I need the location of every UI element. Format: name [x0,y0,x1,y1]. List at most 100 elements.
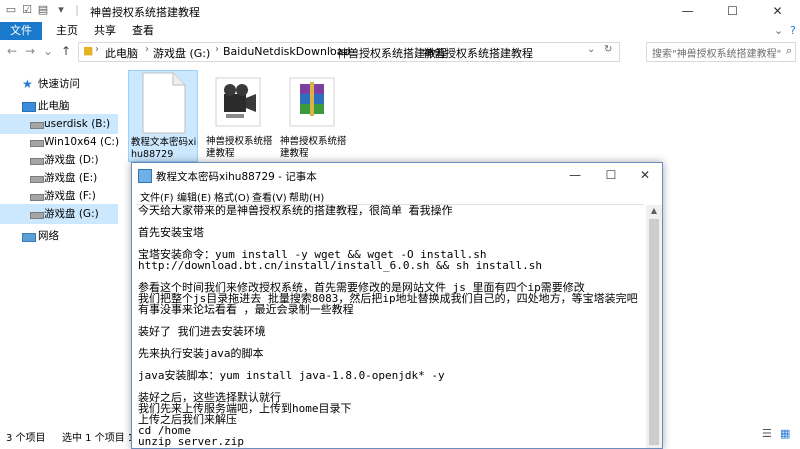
sidebar-item-network[interactable]: 网络 [0,226,118,246]
notepad-close-button[interactable]: ✕ [628,163,662,187]
pc-icon [22,102,36,112]
minimize-button[interactable]: — [665,0,710,22]
file-name: 教程文本密码xihu88729 [131,137,197,160]
text-line: 装好了 我们进去安装环境 [138,325,266,338]
drive-icon [30,212,44,219]
help-icon[interactable]: ? [780,22,800,40]
text-line: java安装脚本：yum install java-1.8.0-openjdk*… [138,369,445,382]
file-name: 神兽授权系统搭建教程 [280,136,347,159]
menu-format[interactable]: 格式(O) [214,189,250,204]
notepad-minimize-button[interactable]: — [558,163,592,187]
sidebar-item-label: userdisk (B:) [44,118,111,130]
search-icon[interactable]: ⌕ [786,44,792,58]
rar-archive-icon [284,70,340,134]
notepad-title: 教程文本密码xihu88729 - 记事本 [156,171,317,183]
item-count: 3 个项目 [6,433,46,444]
menu-edit[interactable]: 编辑(E) [177,189,211,204]
search-placeholder: 搜索"神兽授权系统搭建教程" [652,49,782,60]
sidebar-item-label: 游戏盘 (D:) [44,154,99,166]
drive-icon [30,158,44,165]
back-button[interactable]: ← [4,43,20,59]
text-file-icon [135,71,191,135]
sidebar-item-this-pc[interactable]: 此电脑 [0,96,118,116]
tab-home[interactable]: 主页 [46,22,88,40]
breadcrumb-separator-icon: › [95,44,99,55]
breadcrumb-tutorial-subfolder[interactable]: 神兽授权系统搭建教程 [423,45,533,61]
drive-icon [30,140,44,147]
notepad-title-bar[interactable]: 教程文本密码xihu88729 - 记事本 — ☐ ✕ [132,163,662,187]
refresh-icon[interactable]: ↻ [604,44,612,55]
large-icons-view-icon[interactable]: ▦ [780,427,790,440]
drive-icon [30,122,44,129]
file-item-rar[interactable]: 神兽授权系统搭建教程 [278,70,347,160]
navigation-pane: ★ 快速访问 此电脑 userdisk (B:) Win10x64 (C:) 游… [0,62,120,424]
notepad-icon [138,169,152,183]
menu-file[interactable]: 文件(F) [140,189,174,204]
sidebar-item-label: 网络 [38,230,59,242]
folder-icon[interactable]: ▭ [4,3,18,17]
text-line: 首先安装宝塔 [138,226,204,239]
video-file-icon [210,70,266,134]
drive-icon [30,194,44,201]
sidebar-item-label: 游戏盘 (F:) [44,190,96,202]
text-line: http://download.bt.cn/install/install_6.… [138,259,542,272]
star-icon: ★ [22,77,33,91]
search-box[interactable]: 搜索"神兽授权系统搭建教程" ⌕ [646,42,796,62]
breadcrumb-separator-icon: › [415,44,419,55]
properties-icon[interactable]: ☑ [20,3,34,17]
breadcrumb-this-pc[interactable]: 此电脑 [105,45,138,61]
sidebar-item-label: 快速访问 [38,78,80,90]
address-bar[interactable]: ■ › 此电脑 › 游戏盘 (G:) › BaiduNetdiskDownloa… [78,42,620,62]
recent-locations-icon[interactable]: ⌄ [40,43,56,59]
sidebar-item-drive-c[interactable]: Win10x64 (C:) [0,132,120,152]
tab-view[interactable]: 查看 [122,22,164,40]
text-line: 有事没事来论坛看看 ，最近会录制一些教程 [138,303,354,316]
scroll-up-arrow-icon[interactable]: ▲ [646,205,662,217]
drive-icon [30,176,44,183]
network-icon [22,233,36,242]
title-separator: | [75,3,79,16]
breadcrumb-separator-icon: › [145,44,149,55]
navigation-bar: ← → ⌄ ↑ ■ › 此电脑 › 游戏盘 (G:) › BaiduNetdis… [0,40,800,62]
sidebar-item-drive-e[interactable]: 游戏盘 (E:) [0,168,118,188]
menu-view[interactable]: 查看(V) [252,189,287,204]
maximize-button[interactable]: ☐ [710,0,755,22]
sidebar-item-drive-g[interactable]: 游戏盘 (G:) [0,204,118,224]
breadcrumb-separator-icon: › [329,44,333,55]
window-title: 神兽授权系统搭建教程 [90,6,200,19]
breadcrumb-drive-g[interactable]: 游戏盘 (G:) [153,45,210,61]
tab-share[interactable]: 共享 [84,22,126,40]
notepad-text-area[interactable]: 今天给大家带来的是神兽授权系统的搭建教程，很简单 看我操作 首先安装宝塔 宝塔安… [136,204,644,449]
file-item-text-password[interactable]: 教程文本密码xihu88729 [128,70,198,162]
sidebar-item-label: 游戏盘 (G:) [44,208,99,220]
sidebar-item-drive-f[interactable]: 游戏盘 (F:) [0,186,118,206]
sidebar-item-quick-access[interactable]: ★ 快速访问 [0,74,118,94]
scroll-thumb[interactable] [649,219,659,445]
text-line: 先来执行安装java的脚本 [138,347,264,360]
details-view-icon[interactable]: ☰ [762,427,772,440]
quick-access-dropdown-icon[interactable]: ▾ [54,3,68,17]
close-button[interactable]: ✕ [755,0,800,22]
up-button[interactable]: ↑ [58,43,74,59]
sidebar-item-label: 游戏盘 (E:) [44,172,98,184]
forward-button[interactable]: → [22,43,38,59]
ribbon-tabs: 文件 主页 共享 查看 ⌄ ? [0,22,800,41]
menu-help[interactable]: 帮助(H) [289,189,324,204]
file-item-video[interactable]: 神兽授权系统搭建教程 [204,70,273,160]
address-dropdown-icon[interactable]: ⌄ [587,44,595,55]
text-line: 今天给大家带来的是神兽授权系统的搭建教程，很简单 看我操作 [138,204,453,217]
tab-file[interactable]: 文件 [0,22,42,40]
breadcrumb-separator-icon: › [215,44,219,55]
folder-icon: ■ [83,44,94,57]
notepad-vertical-scrollbar[interactable]: ▲ [646,205,662,448]
text-line: unzip server.zip [138,435,244,448]
explorer-title-bar: ▭ ☑ ▤ ▾ | 神兽授权系统搭建教程 — ☐ ✕ [0,0,800,23]
notepad-maximize-button[interactable]: ☐ [594,163,628,187]
file-name: 神兽授权系统搭建教程 [206,136,273,159]
sidebar-item-label: Win10x64 (C:) [44,136,120,148]
new-folder-icon[interactable]: ▤ [36,3,50,17]
sidebar-item-label: 此电脑 [38,100,70,112]
sidebar-item-drive-b[interactable]: userdisk (B:) [0,114,118,134]
sidebar-item-drive-d[interactable]: 游戏盘 (D:) [0,150,118,170]
notepad-window: 教程文本密码xihu88729 - 记事本 — ☐ ✕ 文件(F) 编辑(E) … [131,162,663,449]
